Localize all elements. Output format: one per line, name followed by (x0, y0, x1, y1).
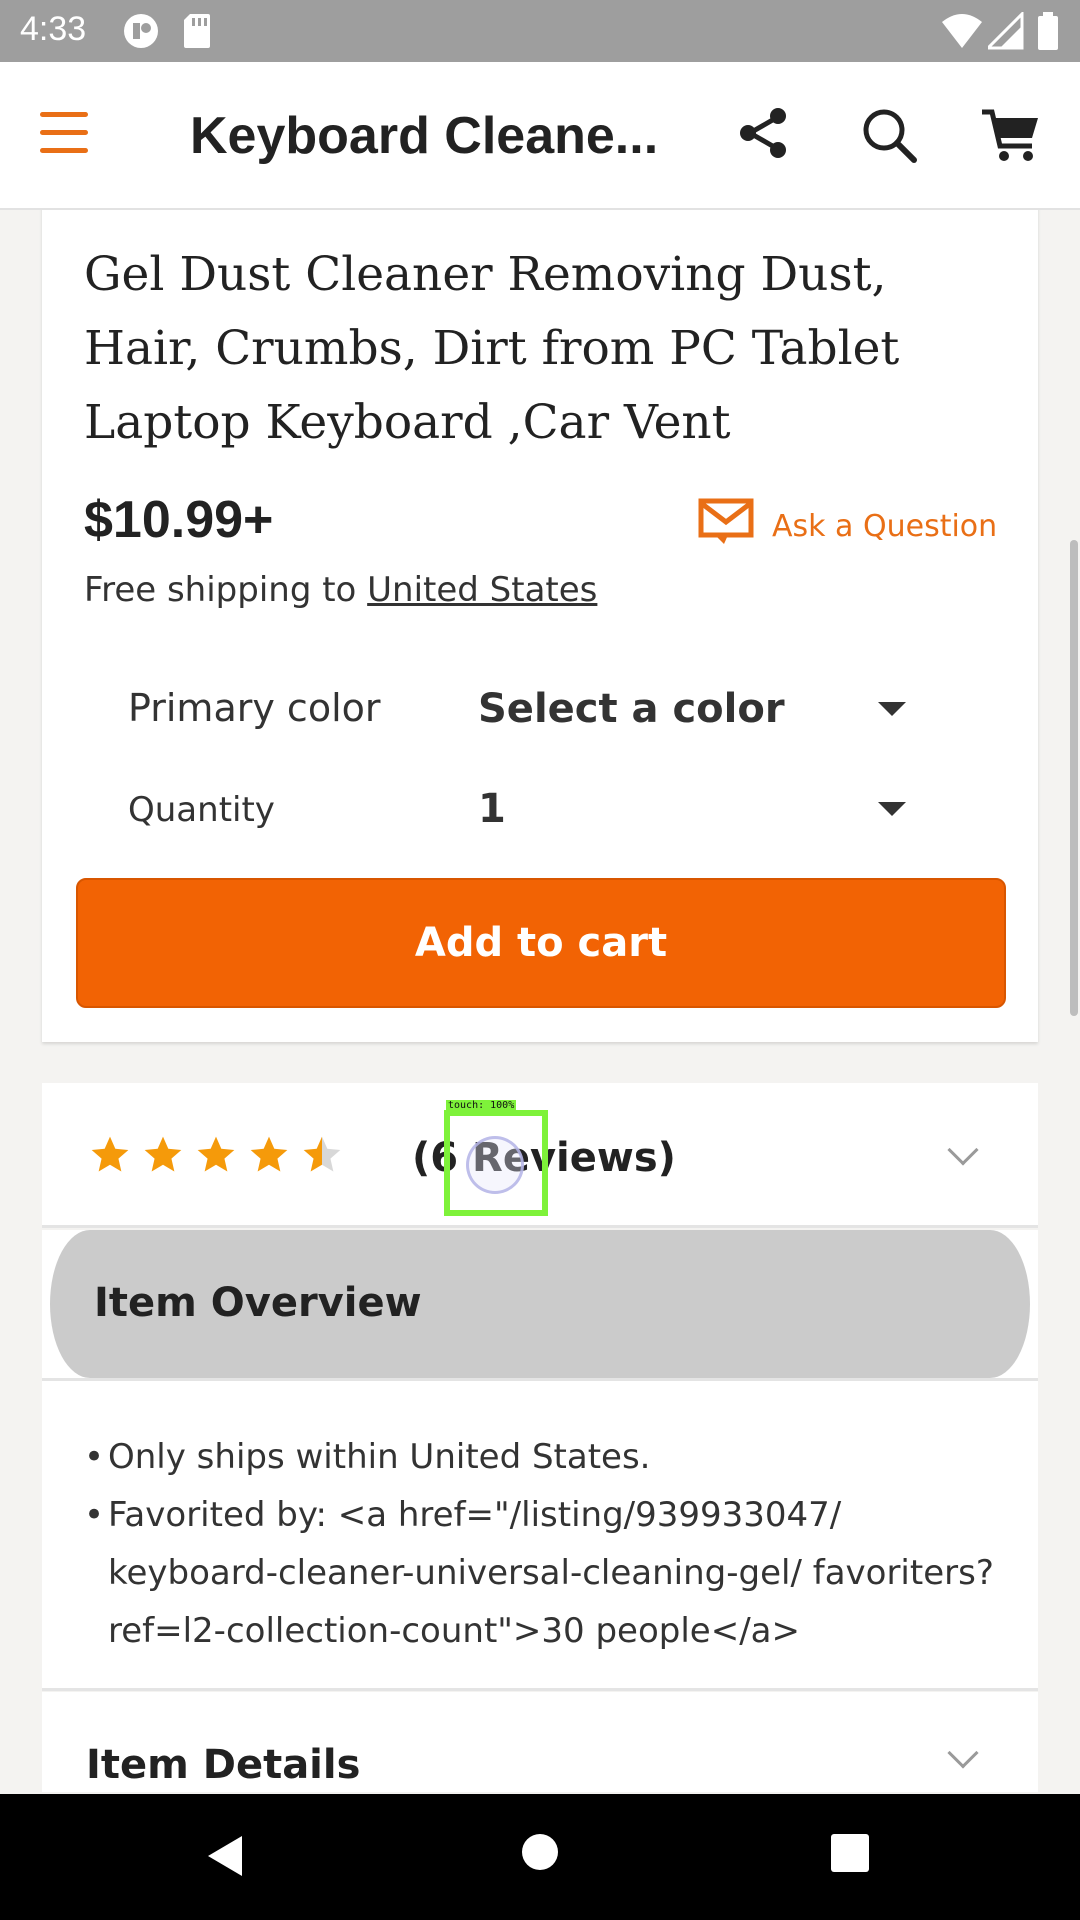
item-overview-section: Item Overview • Only ships within United… (42, 1230, 1038, 1691)
system-nav-bar (0, 1794, 1080, 1920)
item-details-header[interactable]: Item Details (42, 1692, 1038, 1792)
share-icon[interactable] (736, 106, 790, 164)
touch-ripple (466, 1136, 524, 1194)
cart-icon[interactable] (980, 106, 1040, 168)
status-bar: 4:33 (0, 0, 1080, 62)
bullet: • (84, 1437, 105, 1477)
item-overview-title: Item Overview (94, 1280, 422, 1326)
mail-icon (698, 498, 754, 554)
add-to-cart-button[interactable]: Add to cart (76, 878, 1006, 1008)
quantity-select[interactable]: Quantity 1 (128, 768, 958, 848)
scrollbar[interactable] (1070, 540, 1078, 1016)
star-icon (144, 1136, 182, 1172)
recent-apps-icon[interactable] (831, 1834, 869, 1872)
page-title: Keyboard Cleane... (190, 107, 659, 165)
data-saver-icon (122, 12, 160, 54)
star-icon (197, 1136, 235, 1172)
sd-card-icon (182, 12, 212, 54)
product-title: Gel Dust Cleaner Removing Dust, Hair, Cr… (84, 247, 900, 450)
wifi-icon (940, 12, 984, 54)
back-icon[interactable] (204, 1834, 244, 1882)
overview-bullet-list: • Only ships within United States. • Fav… (84, 1428, 1004, 1660)
item-details-title: Item Details (86, 1742, 361, 1788)
star-icon (91, 1136, 129, 1172)
option-label: Quantity (128, 790, 275, 830)
list-item: • Favorited by: <a href="/listing/939933… (84, 1486, 1004, 1660)
product-card: Gel Dust Cleaner Removing Dust, Hair, Cr… (42, 150, 1038, 1042)
divider (42, 1688, 1038, 1691)
ask-question-button[interactable]: Ask a Question (698, 498, 997, 554)
option-value: 1 (478, 786, 506, 832)
bullet-text: Only ships within United States. (108, 1437, 651, 1477)
option-value: Select a color (478, 686, 785, 732)
home-icon[interactable] (522, 1834, 558, 1870)
app-bar: Keyboard Cleane... (0, 62, 1080, 210)
shipping-info: Free shipping to United States (84, 570, 597, 610)
ask-question-label: Ask a Question (772, 508, 998, 544)
product-price: $10.99+ (84, 491, 274, 549)
half-star-icon (303, 1136, 341, 1172)
shipping-country-link[interactable]: United States (367, 570, 597, 610)
bullet-text: Favorited by: <a href="/listing/93993304… (108, 1495, 994, 1651)
star-icon (250, 1136, 288, 1172)
chevron-down-icon (947, 1134, 979, 1166)
signal-icon (984, 10, 1024, 54)
list-item: • Only ships within United States. (84, 1428, 1004, 1486)
option-label: Primary color (128, 686, 381, 730)
search-icon[interactable] (860, 106, 918, 168)
item-overview-header[interactable]: Item Overview (50, 1230, 1030, 1378)
shipping-prefix: Free shipping to (84, 570, 368, 610)
caret-down-icon (878, 802, 906, 816)
star-rating (88, 1133, 353, 1177)
status-time: 4:33 (20, 10, 87, 48)
divider (42, 1378, 1038, 1381)
caret-down-icon (878, 702, 906, 716)
bullet: • (84, 1495, 105, 1535)
primary-color-select[interactable]: Primary color Select a color (128, 668, 958, 748)
battery-icon (1036, 12, 1060, 54)
chevron-down-icon (947, 1737, 979, 1769)
menu-icon[interactable] (40, 112, 100, 162)
